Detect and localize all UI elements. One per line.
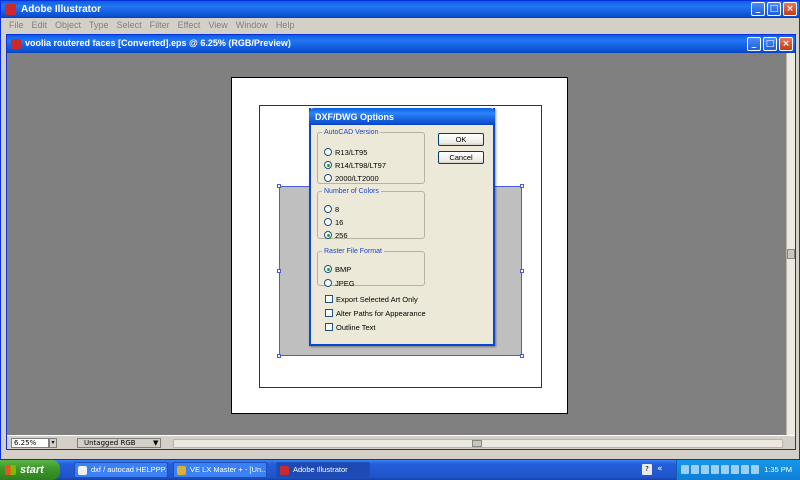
menu-edit[interactable]: Edit [32, 18, 48, 32]
doc-close-button[interactable]: × [779, 37, 793, 51]
autocad-2000-option[interactable]: 2000/LT2000 [324, 173, 379, 183]
selection-handle[interactable] [520, 354, 524, 358]
outline-text-option[interactable]: Outline Text [325, 322, 375, 332]
menu-object[interactable]: Object [55, 18, 81, 32]
radio-r13[interactable] [324, 148, 332, 156]
autocad-version-group: AutoCAD Version R13/LT95 R14/LT98/LT97 2… [317, 129, 425, 184]
number-of-colors-legend: Number of Colors [324, 188, 379, 195]
tray-icon[interactable] [731, 465, 739, 474]
tray-icon[interactable] [681, 465, 689, 474]
horizontal-scroll-thumb[interactable] [472, 440, 482, 447]
radio-jpeg[interactable] [324, 279, 332, 287]
document-title: voolia routered faces [Converted].eps @ … [25, 38, 291, 48]
doc-minimize-button[interactable]: _ [747, 37, 761, 51]
selection-handle[interactable] [277, 354, 281, 358]
selection-handle[interactable] [277, 269, 281, 273]
autocad-r13-option[interactable]: R13/LT95 [324, 147, 367, 157]
cancel-button[interactable]: Cancel [438, 151, 484, 164]
expand-tray-icon[interactable]: « [657, 464, 663, 474]
color-profile-dropdown-icon[interactable]: ▼ [153, 439, 158, 447]
doc-maximize-button[interactable]: □ [763, 37, 777, 51]
menu-file[interactable]: File [9, 18, 24, 32]
close-button[interactable]: × [783, 2, 797, 16]
radio-r14[interactable] [324, 161, 332, 169]
taskbar: start dxf / autocad HELPPP... VE LX Mast… [0, 460, 800, 480]
raster-jpeg-option[interactable]: JPEG [324, 278, 355, 288]
alter-paths-option[interactable]: Alter Paths for Appearance [325, 308, 426, 318]
taskbar-item-browser[interactable]: dxf / autocad HELPPP... [74, 462, 168, 478]
checkbox-alter-paths[interactable] [325, 309, 333, 317]
export-selected-art-option[interactable]: Export Selected Art Only [325, 294, 418, 304]
tray-icon[interactable] [701, 465, 709, 474]
tray-icon[interactable] [751, 465, 759, 474]
browser-icon [78, 466, 87, 475]
app-title: Adobe Illustrator [21, 4, 102, 15]
tray-icon[interactable] [691, 465, 699, 474]
start-button[interactable]: start [0, 460, 60, 480]
dialog-titlebar[interactable]: DXF/DWG Options [309, 108, 495, 125]
checkbox-export-selected-art[interactable] [325, 295, 333, 303]
menu-filter[interactable]: Filter [150, 18, 170, 32]
menubar: File Edit Object Type Select Filter Effe… [1, 18, 799, 32]
taskbar-item-illustrator[interactable]: Adobe Illustrator [276, 462, 370, 478]
document-titlebar[interactable]: voolia routered faces [Converted].eps @ … [7, 35, 795, 53]
raster-bmp-option[interactable]: BMP [324, 264, 351, 274]
vertical-scrollbar[interactable] [786, 53, 795, 435]
illustrator-app-icon [5, 4, 16, 15]
horizontal-scrollbar[interactable] [173, 439, 783, 448]
colors-16-option[interactable]: 16 [324, 217, 343, 227]
app-titlebar[interactable]: Adobe Illustrator _ □ × [1, 1, 799, 18]
radio-colors-256[interactable] [324, 231, 332, 239]
radio-2000[interactable] [324, 174, 332, 182]
autocad-r14-option[interactable]: R14/LT98/LT97 [324, 160, 386, 170]
radio-bmp[interactable] [324, 265, 332, 273]
selection-handle[interactable] [520, 269, 524, 273]
tray-icon[interactable] [711, 465, 719, 474]
document-icon [11, 39, 21, 49]
dialog-title: DXF/DWG Options [315, 112, 394, 122]
colors-256-option[interactable]: 256 [324, 230, 348, 240]
radio-colors-8[interactable] [324, 205, 332, 213]
menu-effect[interactable]: Effect [178, 18, 201, 32]
menu-select[interactable]: Select [117, 18, 142, 32]
ve-lx-icon [177, 466, 186, 475]
taskbar-item-ve-lx[interactable]: VE LX Master + - [Un... [173, 462, 267, 478]
raster-format-legend: Raster File Format [324, 248, 382, 255]
color-profile-field[interactable]: Untagged RGB [77, 438, 161, 448]
colors-8-option[interactable]: 8 [324, 204, 339, 214]
ok-button[interactable]: OK [438, 133, 484, 146]
illustrator-icon [280, 466, 289, 475]
menu-window[interactable]: Window [236, 18, 268, 32]
number-of-colors-group: Number of Colors 8 16 256 [317, 188, 425, 240]
autocad-version-legend: AutoCAD Version [324, 129, 379, 136]
menu-view[interactable]: View [208, 18, 227, 32]
menu-type[interactable]: Type [89, 18, 109, 32]
help-icon[interactable]: ? [642, 464, 652, 475]
clock: 1:35 PM [764, 465, 792, 474]
radio-colors-16[interactable] [324, 218, 332, 226]
vertical-scroll-thumb[interactable] [787, 249, 795, 259]
status-bar: 6.25% ▾ Untagged RGB ▼ [7, 435, 795, 449]
windows-flag-icon [5, 465, 16, 475]
dxf-dwg-options-dialog: DXF/DWG Options AutoCAD Version R13/LT95… [309, 108, 495, 346]
zoom-field[interactable]: 6.25% [11, 438, 49, 448]
selection-handle[interactable] [277, 184, 281, 188]
selection-handle[interactable] [520, 184, 524, 188]
checkbox-outline-text[interactable] [325, 323, 333, 331]
minimize-button[interactable]: _ [751, 2, 765, 16]
maximize-button[interactable]: □ [767, 2, 781, 16]
tray-icon[interactable] [721, 465, 729, 474]
raster-format-group: Raster File Format BMP JPEG [317, 248, 425, 288]
tray-icon[interactable] [741, 465, 749, 474]
menu-help[interactable]: Help [276, 18, 295, 32]
system-tray: 1:35 PM [676, 460, 800, 480]
zoom-dropdown-icon[interactable]: ▾ [49, 438, 57, 448]
